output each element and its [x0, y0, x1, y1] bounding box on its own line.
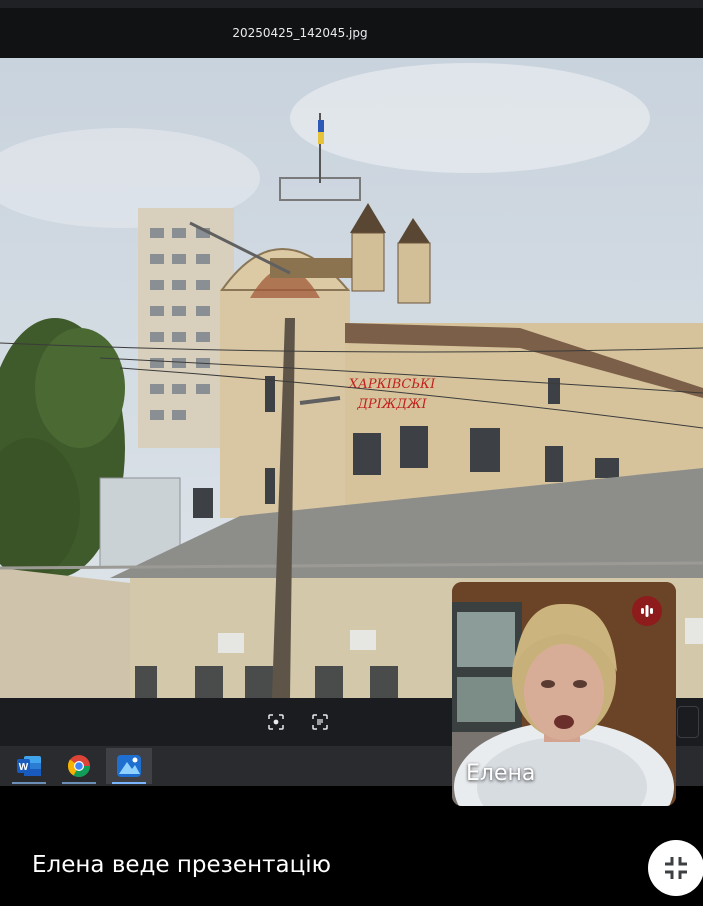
viewer-title-bar: 20250425_142045.jpg — [0, 0, 703, 58]
viewer-side-button[interactable] — [677, 706, 699, 738]
participant-name: Елена — [466, 761, 536, 786]
word-icon: W — [17, 756, 41, 776]
text-extract-button[interactable] — [310, 712, 330, 732]
file-name: 20250425_142045.jpg — [232, 26, 368, 40]
sign-line-2: ДРІЖДЖІ — [356, 397, 427, 412]
chrome-icon — [67, 755, 90, 777]
presentation-status: Елена веде презентацію — [32, 852, 331, 878]
exit-fullscreen-button[interactable] — [648, 840, 703, 896]
audio-level-icon — [641, 605, 653, 617]
lens-scan-button[interactable] — [266, 712, 286, 732]
lens-scan-icon — [268, 714, 284, 730]
taskbar-chrome[interactable] — [56, 748, 102, 784]
text-extract-icon — [312, 714, 328, 730]
self-video-tile[interactable]: Елена — [452, 582, 676, 806]
photos-icon — [117, 755, 141, 777]
collapse-icon — [665, 857, 687, 879]
taskbar-photos[interactable] — [106, 748, 152, 784]
taskbar-word[interactable]: W — [6, 748, 52, 784]
svg-text:W: W — [19, 762, 29, 773]
sign-line-1: ХАРКІВСЬКІ — [348, 377, 436, 392]
speaking-indicator — [632, 596, 662, 626]
